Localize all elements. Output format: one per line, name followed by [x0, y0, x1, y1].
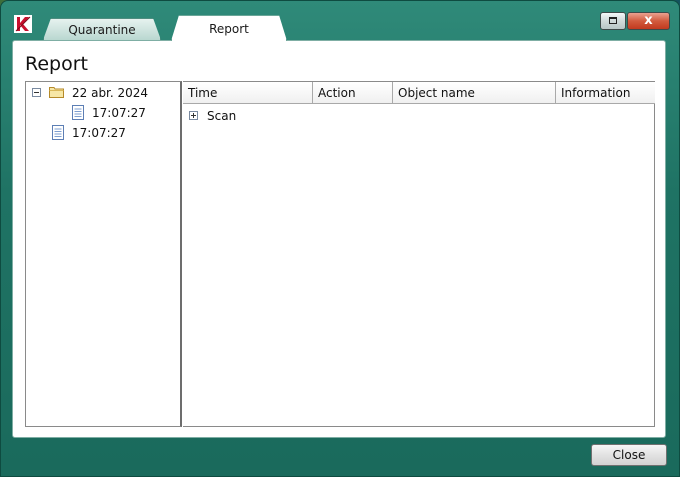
report-panel: Report 22 abr. 2024 17:07:27 17:07:27 Ti…: [12, 40, 666, 438]
restore-icon: [609, 17, 617, 24]
tree-item-label: 17:07:27: [92, 106, 146, 120]
document-icon: [72, 105, 84, 120]
table-row-label: Scan: [207, 109, 237, 123]
kaspersky-k-icon: [14, 15, 32, 33]
column-header-time[interactable]: Time: [183, 82, 313, 104]
tab-quarantine[interactable]: Quarantine: [43, 18, 161, 40]
restore-button[interactable]: [600, 12, 626, 30]
column-header-object-name[interactable]: Object name: [393, 82, 556, 104]
tab-quarantine-label: Quarantine: [68, 23, 136, 37]
collapse-icon[interactable]: [32, 88, 41, 97]
close-button[interactable]: Close: [591, 444, 667, 466]
window-close-button[interactable]: x: [627, 12, 670, 30]
report-tree[interactable]: 22 abr. 2024 17:07:27 17:07:27: [25, 81, 182, 427]
tree-item-label: 17:07:27: [72, 126, 126, 140]
expand-icon[interactable]: [189, 111, 198, 120]
table-header: Time Action Object name Information: [183, 82, 655, 104]
folder-icon: [49, 87, 64, 98]
tree-item-label: 22 abr. 2024: [72, 86, 149, 100]
window: Quarantine Report x Report 22 abr. 2024: [0, 0, 680, 477]
tab-report[interactable]: Report: [171, 15, 287, 41]
page-title: Report: [25, 53, 88, 75]
report-table[interactable]: Time Action Object name Information Scan: [183, 81, 655, 427]
tab-report-label: Report: [209, 22, 249, 36]
column-header-action[interactable]: Action: [313, 82, 393, 104]
document-icon: [52, 125, 64, 140]
close-button-label: Close: [612, 448, 646, 462]
column-header-information[interactable]: Information: [556, 82, 655, 104]
close-icon: x: [644, 13, 653, 28]
